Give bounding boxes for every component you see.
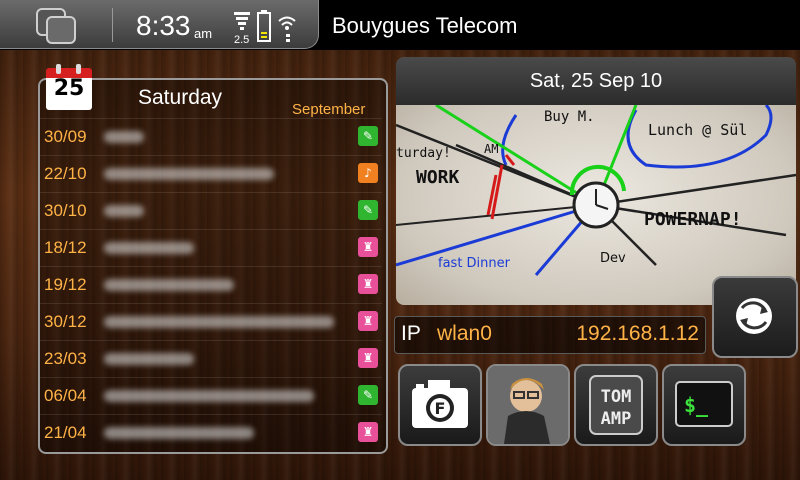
terminal-icon: $_ [675, 381, 733, 427]
status-bar: 8:33 am 2.5 Bouygues Telecom [0, 0, 800, 50]
event-row[interactable]: 22/10 ♪ [40, 155, 382, 192]
event-date: 06/04 [44, 386, 87, 405]
event-date: 30/12 [44, 312, 87, 331]
wb-text-lunch: Lunch @ Sül [648, 121, 747, 139]
clock-time: 8:33 [136, 10, 191, 41]
event-row[interactable]: 06/04 ✎ [40, 377, 382, 414]
calendar-icon[interactable]: 25 [46, 64, 92, 112]
event-row[interactable]: 30/09 ✎ [40, 118, 382, 155]
event-title-obscured [104, 427, 254, 439]
wb-text-powernap: POWERNAP! [644, 209, 742, 230]
event-row[interactable]: 21/04 ♜ [40, 414, 382, 451]
wb-text-saturday: turday! [396, 146, 451, 161]
event-title-obscured [104, 316, 334, 328]
carrier-name: Bouygues Telecom [332, 13, 518, 38]
event-row[interactable]: 30/10 ✎ [40, 192, 382, 229]
event-date: 30/10 [44, 201, 87, 220]
divider [112, 8, 113, 42]
cake-icon: ♜ [358, 274, 378, 294]
event-row[interactable]: 19/12 ♜ [40, 266, 382, 303]
refresh-button[interactable] [712, 276, 798, 358]
event-title-obscured [104, 390, 314, 402]
ip-label: IP [401, 322, 421, 345]
event-title-obscured [104, 242, 194, 254]
avatar-icon [488, 366, 568, 444]
clock-ampm: am [194, 26, 213, 41]
ip-address: 192.168.1.12 [576, 322, 699, 345]
tag-icon: ✎ [358, 200, 378, 220]
status-tab[interactable]: 8:33 am 2.5 [0, 0, 319, 49]
cake-icon: ♜ [358, 422, 378, 442]
camera-icon: F [412, 380, 468, 428]
wb-text-buy: Buy M. [544, 109, 595, 125]
svg-text:F: F [435, 399, 446, 418]
terminal-app-button[interactable]: $_ [662, 364, 746, 446]
refresh-icon [736, 298, 772, 334]
date-header: Sat, 25 Sep 10 [396, 57, 796, 105]
calendar-icon-day: 25 [53, 76, 85, 101]
event-list: 30/09 ✎ 22/10 ♪ 30/10 ✎ 18/12 ♜ 19/12 ♜ 30/12 ♜ 23/0… [40, 118, 382, 451]
wb-text-am: AM [484, 142, 498, 156]
event-date: 23/03 [44, 349, 87, 368]
event-date: 18/12 [44, 238, 87, 257]
event-title-obscured [104, 131, 144, 143]
terminal-prompt: $_ [684, 393, 709, 417]
tag-icon: ✎ [358, 126, 378, 146]
wb-text-dev: Dev [600, 251, 626, 266]
ip-interface: wlan0 [437, 322, 492, 345]
apps-icon[interactable] [36, 8, 78, 44]
event-title-obscured [104, 279, 234, 291]
tomamp-app-button[interactable]: TOM AMP [574, 364, 658, 446]
day-title: Saturday [138, 86, 223, 109]
event-title-obscured [104, 205, 144, 217]
wifi-icon [278, 16, 296, 42]
whiteboard-image[interactable]: Buy M. AM Lunch @ Sül turday! WORK POWER… [396, 105, 796, 305]
month-label: September [292, 101, 366, 118]
wb-text-fast-dinner: fast Dinner [438, 256, 511, 271]
network-type: 2.5 [234, 34, 250, 46]
bell-icon: ♪ [358, 163, 378, 183]
event-row[interactable]: 23/03 ♜ [40, 340, 382, 377]
avatar-app-button[interactable] [486, 364, 570, 446]
battery-icon [257, 10, 271, 42]
wb-text-work: WORK [416, 167, 460, 188]
tag-icon: ✎ [358, 385, 378, 405]
ip-bar: IP wlan0 192.168.1.12 [394, 316, 706, 354]
event-date: 21/04 [44, 423, 87, 442]
event-date: 22/10 [44, 164, 87, 183]
tomamp-label-2: AMP [601, 409, 632, 429]
camera-app-button[interactable]: F [398, 364, 482, 446]
cake-icon: ♜ [358, 348, 378, 368]
event-title-obscured [104, 168, 274, 180]
event-date: 19/12 [44, 275, 87, 294]
tomamp-icon: TOM AMP [589, 375, 643, 435]
event-title-obscured [104, 353, 194, 365]
cake-icon: ♜ [358, 311, 378, 331]
event-date: 30/09 [44, 127, 87, 146]
tomamp-label-1: TOM [601, 387, 632, 407]
cake-icon: ♜ [358, 237, 378, 257]
event-row[interactable]: 18/12 ♜ [40, 229, 382, 266]
event-row[interactable]: 30/12 ♜ [40, 303, 382, 340]
